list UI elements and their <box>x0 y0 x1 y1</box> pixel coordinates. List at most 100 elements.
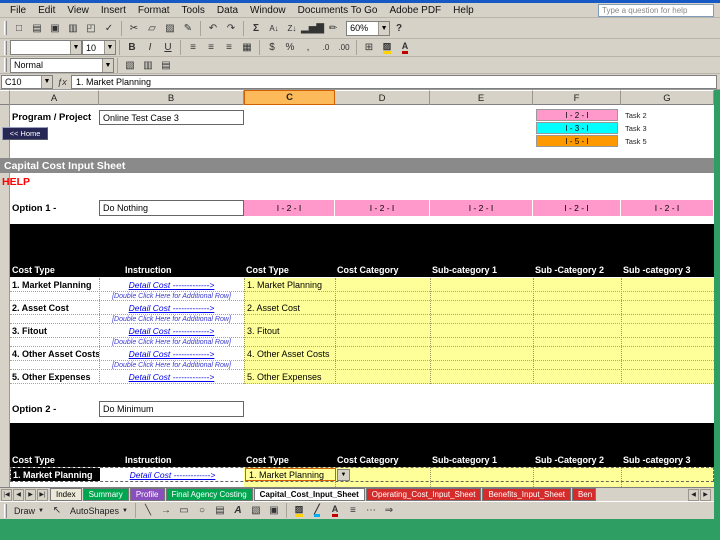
tab-index[interactable]: Index <box>50 488 82 501</box>
align-center-icon[interactable]: ≡ <box>202 39 220 56</box>
tab-profile[interactable]: Profile <box>129 488 165 501</box>
save-icon[interactable]: ▣ <box>46 20 64 37</box>
paste-icon[interactable]: ▨ <box>161 20 179 37</box>
option2-value-cell[interactable]: Do Minimum <box>99 401 244 417</box>
column-header-c[interactable]: C <box>244 90 335 105</box>
fill-color-icon[interactable]: ▨ <box>378 39 396 56</box>
last-sheet-icon[interactable]: ▶| <box>37 488 48 501</box>
currency-icon[interactable]: $ <box>263 39 281 56</box>
spelling-icon[interactable]: ✓ <box>100 20 118 37</box>
option1-band-cell[interactable]: I - 2 - I <box>430 200 533 216</box>
column-header-a[interactable]: A <box>10 90 99 105</box>
format-painter-icon[interactable]: ✎ <box>179 20 197 37</box>
redo-icon[interactable]: ↷ <box>222 20 240 37</box>
autosum-icon[interactable]: Σ <box>247 20 265 37</box>
column-header-b[interactable]: B <box>99 90 244 105</box>
add-row-hint[interactable]: [Double Click Here for Additional Row] <box>99 316 244 323</box>
bold-icon[interactable]: B <box>123 39 141 56</box>
column-header-f[interactable]: F <box>533 90 621 105</box>
font-size-select[interactable]: 10 ▼ <box>82 40 116 55</box>
print-icon[interactable]: ▥ <box>64 20 82 37</box>
tab-operating-cost-input-sheet[interactable]: Operating_Cost_Input_Sheet <box>365 488 482 501</box>
help-link[interactable]: HELP <box>2 176 30 188</box>
select-all-corner[interactable] <box>0 90 10 105</box>
oval-icon[interactable]: ○ <box>193 502 211 519</box>
font-color-icon[interactable]: A <box>326 502 344 519</box>
detail-cost-link[interactable]: Detail Cost -------------> <box>99 349 244 359</box>
decrease-decimal-icon[interactable]: .00 <box>335 39 353 56</box>
scroll-left-icon[interactable]: ◀ <box>688 488 699 501</box>
chart-wizard-icon[interactable]: ▂▅▇ <box>301 20 324 37</box>
detail-cost-link[interactable]: Detail Cost -------------> <box>99 303 244 313</box>
align-left-icon[interactable]: ≡ <box>184 39 202 56</box>
drawing-icon[interactable]: ✏ <box>324 20 342 37</box>
comma-style-icon[interactable]: , <box>299 39 317 56</box>
add-row-hint[interactable]: [Double Click Here for Additional Row] <box>99 293 244 300</box>
cost-type-input-cell[interactable]: 2. Asset Cost <box>244 301 335 314</box>
help-icon[interactable]: ? <box>390 20 408 37</box>
arrow-style-icon[interactable]: ⇒ <box>380 502 398 519</box>
draw-menu-button[interactable]: Draw ▼ <box>10 503 48 518</box>
validation-dropdown-icon[interactable]: ▼ <box>337 469 350 481</box>
tab-final-agency-costing[interactable]: Final Agency Costing <box>165 488 253 501</box>
option1-band-cell[interactable]: I - 2 - I <box>244 200 335 216</box>
style-select[interactable]: Normal ▼ <box>10 57 114 73</box>
cost-type-cell[interactable]: 2. Asset Cost <box>10 301 99 314</box>
style-tool-icon[interactable]: ▧ <box>121 57 139 74</box>
toolbar-handle[interactable] <box>4 58 7 72</box>
add-row-hint[interactable]: [Double Click Here for Additional Row] <box>99 339 244 346</box>
menu-file[interactable]: File <box>4 5 32 16</box>
text-box-icon[interactable]: ▤ <box>211 502 229 519</box>
merge-center-icon[interactable]: ▦ <box>238 39 256 56</box>
menu-insert[interactable]: Insert <box>95 5 132 16</box>
autoshapes-menu-button[interactable]: AutoShapes ▼ <box>66 503 132 518</box>
next-sheet-icon[interactable]: ▶ <box>25 488 36 501</box>
option1-band-cell[interactable]: I - 2 - I <box>533 200 621 216</box>
toolbar-handle[interactable] <box>4 40 7 55</box>
option1-band-cell[interactable]: I - 2 - I <box>621 200 714 216</box>
home-button[interactable]: << Home <box>2 127 48 140</box>
detail-cost-link[interactable]: Detail Cost -------------> <box>99 326 244 336</box>
menu-documents-to-go[interactable]: Documents To Go <box>292 5 384 16</box>
arrow-icon[interactable]: → <box>157 502 175 519</box>
sort-ascending-icon[interactable]: A↓ <box>265 20 283 37</box>
cost-type-cell[interactable]: 3. Fitout <box>10 324 99 337</box>
wordart-icon[interactable]: A <box>229 502 247 519</box>
menu-adobe-pdf[interactable]: Adobe PDF <box>383 5 447 16</box>
chevron-down-icon[interactable]: ▼ <box>104 41 115 54</box>
cost-type-input-cell[interactable]: 3. Fitout <box>244 324 335 337</box>
borders-icon[interactable]: ⊞ <box>360 39 378 56</box>
line-color-icon[interactable]: ╱ <box>308 502 326 519</box>
dash-style-icon[interactable]: ⋯ <box>362 502 380 519</box>
underline-icon[interactable]: U <box>159 39 177 56</box>
style-tool-icon[interactable]: ▤ <box>157 57 175 74</box>
print-preview-icon[interactable]: ◰ <box>82 20 100 37</box>
line-icon[interactable]: ╲ <box>139 502 157 519</box>
detail-cost-link[interactable]: Detail Cost -------------> <box>99 280 244 290</box>
cost-type-cell[interactable]: 4. Other Asset Costs <box>10 347 99 360</box>
cost-type-cell[interactable]: 1. Market Planning <box>11 468 100 481</box>
fill-color-icon[interactable]: ▨ <box>290 502 308 519</box>
help-question-input[interactable] <box>598 4 714 17</box>
cost-type-cell[interactable]: 5. Other Expenses <box>10 370 99 383</box>
rectangle-icon[interactable]: ▭ <box>175 502 193 519</box>
scroll-right-icon[interactable]: ▶ <box>700 488 711 501</box>
chevron-down-icon[interactable]: ▼ <box>70 41 81 54</box>
previous-sheet-icon[interactable]: ◀ <box>13 488 24 501</box>
tab-benefits-truncated[interactable]: Ben <box>571 488 596 501</box>
increase-decimal-icon[interactable]: .0 <box>317 39 335 56</box>
menu-view[interactable]: View <box>61 5 95 16</box>
detail-cost-link[interactable]: Detail Cost -------------> <box>100 470 245 480</box>
open-icon[interactable]: ▤ <box>28 20 46 37</box>
tab-summary[interactable]: Summary <box>82 488 129 501</box>
cut-icon[interactable]: ✂ <box>125 20 143 37</box>
copy-icon[interactable]: ▱ <box>143 20 161 37</box>
cost-type-input-cell[interactable]: 4. Other Asset Costs <box>244 347 335 360</box>
toolbar-handle[interactable] <box>4 503 7 518</box>
menu-data[interactable]: Data <box>211 5 244 16</box>
select-objects-icon[interactable]: ↖ <box>48 502 66 519</box>
column-header-e[interactable]: E <box>430 90 533 105</box>
detail-cost-link[interactable]: Detail Cost -------------> <box>99 372 244 382</box>
add-row-hint[interactable]: [Double Click Here for Additional Row] <box>99 362 244 369</box>
active-cell-c10[interactable]: 1. Market Planning <box>245 468 336 481</box>
